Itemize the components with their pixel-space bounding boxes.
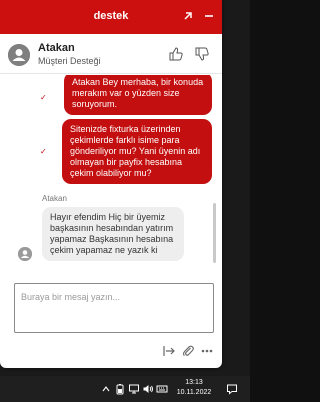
message-incoming: Hayır efendim Hiç bir üyemiz başkasının … xyxy=(42,207,184,261)
chevron-up-icon[interactable] xyxy=(100,383,112,395)
clock-time: 13:13 xyxy=(185,379,203,386)
message-input[interactable] xyxy=(21,292,207,302)
message-outgoing: Sitenizde fixturka üzerinden çekimlerde … xyxy=(62,119,212,184)
agent-bar: Atakan Müşteri Desteği xyxy=(0,34,222,74)
more-icon[interactable] xyxy=(200,344,214,358)
minimize-icon[interactable] xyxy=(201,8,217,24)
message-composer xyxy=(14,283,214,333)
message-list[interactable]: Atakan Bey merhaba, bir konuda merakım v… xyxy=(0,75,222,280)
message-outgoing: Atakan Bey merhaba, bir konuda merakım v… xyxy=(64,75,212,115)
clock-date: 10.11.2022 xyxy=(176,389,212,396)
thumbs-down-icon[interactable] xyxy=(194,46,210,62)
check-icon: ✓ xyxy=(40,147,47,156)
avatar xyxy=(8,44,30,66)
system-clock[interactable]: 13:13 10.11.2022 xyxy=(174,378,214,398)
message-sender: Atakan xyxy=(42,194,67,203)
thumbs-up-icon[interactable] xyxy=(168,46,184,62)
taskbar: 13:13 10.11.2022 xyxy=(0,376,250,402)
notification-icon[interactable] xyxy=(226,383,238,395)
volume-icon[interactable] xyxy=(142,383,154,395)
agent-name: Atakan xyxy=(38,42,75,54)
scrollbar[interactable] xyxy=(213,203,216,263)
chat-widget: destek Atakan Müşteri Desteği Atakan Bey… xyxy=(0,0,222,368)
language-icon[interactable] xyxy=(156,383,168,395)
check-icon: ✓ xyxy=(40,93,47,102)
attachment-icon[interactable] xyxy=(181,344,195,358)
transfer-icon[interactable] xyxy=(162,344,176,358)
external-link-icon[interactable] xyxy=(180,8,196,24)
chat-header: destek xyxy=(0,0,222,34)
avatar xyxy=(18,247,32,261)
battery-icon[interactable] xyxy=(114,383,126,395)
agent-department: Müşteri Desteği xyxy=(38,56,101,66)
network-icon[interactable] xyxy=(128,383,140,395)
